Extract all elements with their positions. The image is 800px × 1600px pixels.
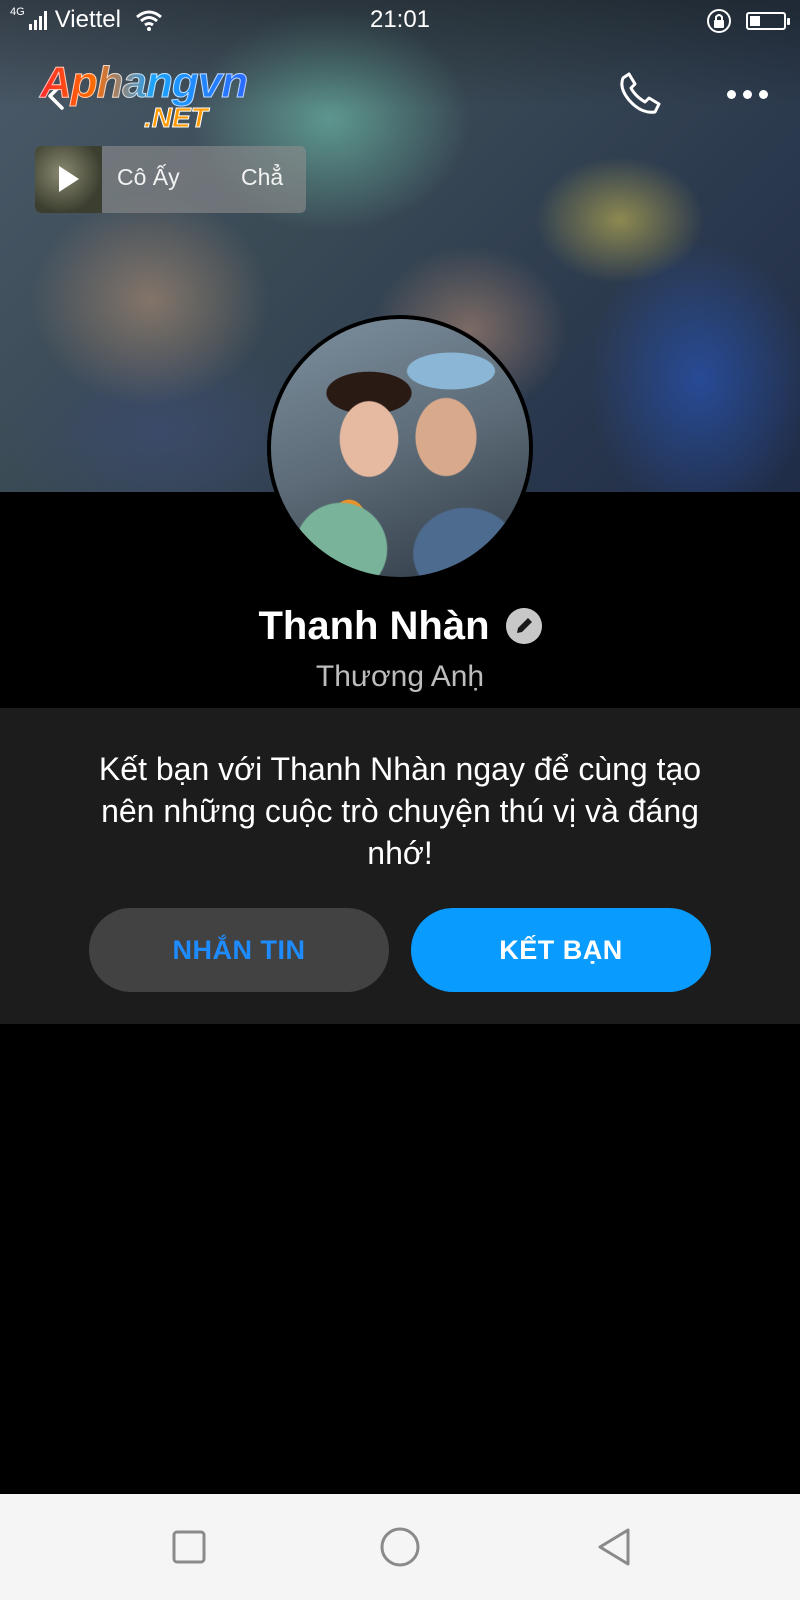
music-title: Cô Ấy bbox=[117, 164, 180, 190]
recent-apps-icon[interactable] bbox=[166, 1524, 212, 1570]
battery-icon bbox=[746, 12, 790, 30]
music-thumbnail bbox=[35, 146, 102, 213]
message-button[interactable]: NHẮN TIN bbox=[89, 908, 389, 992]
battery-level bbox=[750, 16, 760, 26]
more-dots-icon[interactable] bbox=[724, 82, 770, 106]
name-row: Thanh Nhàn bbox=[0, 596, 800, 656]
clock: 21:01 bbox=[369, 6, 431, 33]
friend-prompt-card: Kết bạn với Thanh Nhàn ngay để cùng tạo … bbox=[0, 708, 800, 1024]
profile-nickname: Thương Anḥ bbox=[315, 660, 485, 693]
friend-prompt-message: Kết bạn với Thanh Nhàn ngay để cùng tạo … bbox=[98, 751, 702, 871]
dot bbox=[758, 89, 768, 99]
profile-music-chip[interactable]: Cô Ấy Chẳ bbox=[35, 146, 306, 213]
status-right bbox=[706, 8, 790, 34]
profile-name: Thanh Nhàn bbox=[258, 603, 490, 648]
dot bbox=[726, 89, 736, 99]
rotation-lock-icon bbox=[707, 9, 731, 33]
dot bbox=[742, 89, 752, 99]
play-icon[interactable] bbox=[59, 166, 79, 192]
profile-avatar[interactable] bbox=[267, 315, 533, 581]
edit-pencil-icon[interactable] bbox=[505, 608, 542, 644]
home-icon[interactable] bbox=[377, 1524, 423, 1570]
back-icon[interactable] bbox=[592, 1524, 638, 1570]
status-bar: 4G Viettel 21:01 bbox=[0, 0, 800, 40]
add-friend-button[interactable]: KẾT BẠN bbox=[411, 908, 711, 992]
logo-sub-text: .NET bbox=[144, 102, 209, 134]
watermark-logo: Aphangvn .NET bbox=[39, 58, 290, 138]
phone-icon[interactable] bbox=[617, 70, 663, 116]
music-title-continued: Chẳ bbox=[241, 164, 284, 190]
system-nav-bar bbox=[0, 1494, 800, 1600]
logo-main-text: Aphangvn bbox=[39, 58, 248, 108]
